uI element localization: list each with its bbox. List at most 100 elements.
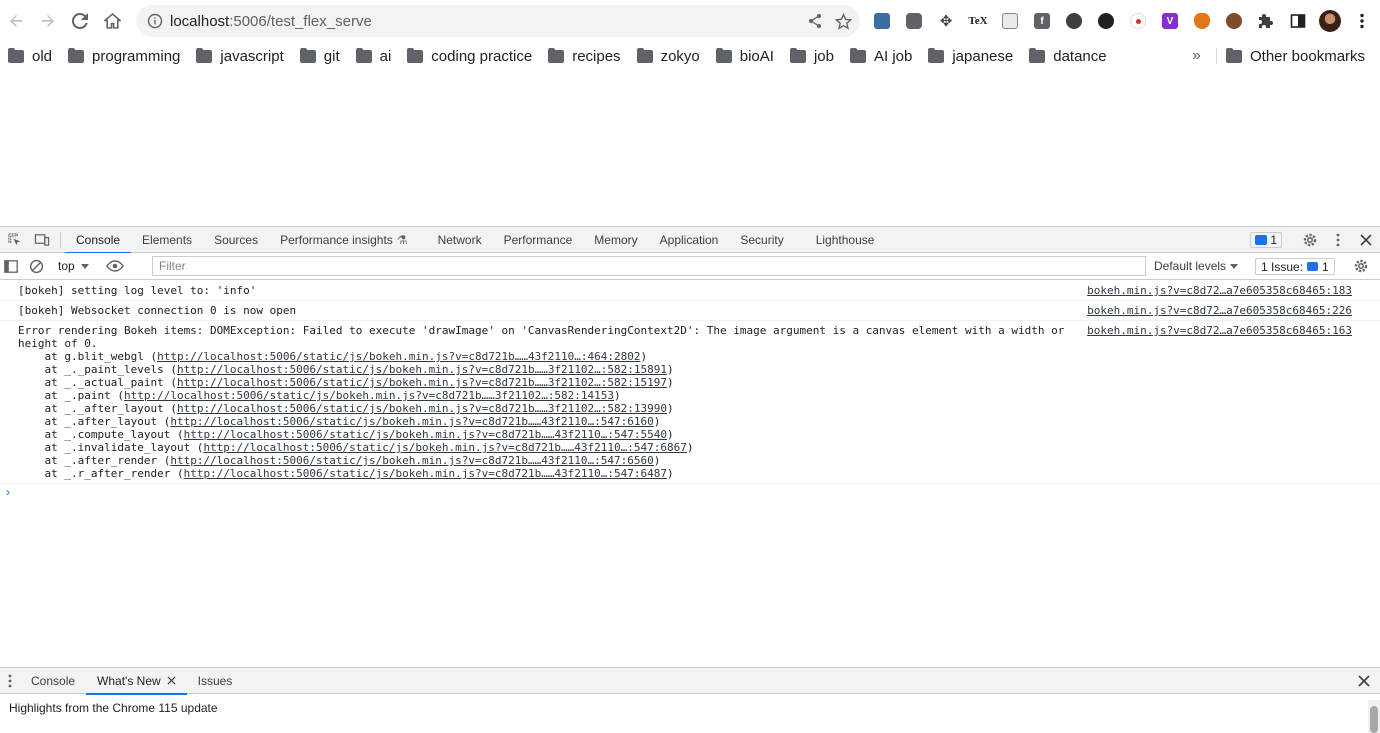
stack-frame: at _.after_layout (http://localhost:5006… <box>18 415 1060 428</box>
stack-frame-link[interactable]: http://localhost:5006/static/js/bokeh.mi… <box>184 467 667 480</box>
stack-frame-link[interactable]: http://localhost:5006/static/js/bokeh.mi… <box>170 454 653 467</box>
extension-button[interactable] <box>1058 5 1090 37</box>
context-selector[interactable]: top <box>50 256 97 276</box>
bookmark-folder[interactable]: japanese <box>928 42 1021 70</box>
bookmark-folder[interactable]: datance <box>1029 42 1114 70</box>
bookmark-folder[interactable]: AI job <box>849 42 920 70</box>
stack-frame-link[interactable]: http://localhost:5006/static/js/bokeh.mi… <box>203 441 686 454</box>
console-filter-input[interactable]: Filter <box>152 256 1146 276</box>
stack-frame-link[interactable]: http://localhost:5006/static/js/bokeh.mi… <box>170 415 653 428</box>
side-panel-button[interactable] <box>1282 5 1314 37</box>
stack-frame-link[interactable]: http://localhost:5006/static/js/bokeh.mi… <box>124 389 614 402</box>
settings-button[interactable] <box>1296 227 1324 253</box>
profile-button[interactable] <box>1314 5 1346 37</box>
devtools-tab-security[interactable]: Security <box>729 227 794 253</box>
stack-frame-function: at g.blit_webgl ( <box>18 350 158 363</box>
bookmark-star-icon[interactable] <box>835 12 852 30</box>
bookmark-folder[interactable]: ai <box>355 42 400 70</box>
message-count-badge[interactable]: 1 <box>1250 232 1282 248</box>
close-devtools-button[interactable] <box>1352 227 1380 253</box>
forward-button[interactable] <box>32 5 64 37</box>
other-bookmarks[interactable]: Other bookmarks <box>1226 42 1365 70</box>
chrome-menu-button[interactable] <box>1346 5 1378 37</box>
devtools-tab-console[interactable]: Console <box>65 227 132 254</box>
drawer-tab-console[interactable]: Console <box>20 668 86 694</box>
bookmark-folder[interactable]: old <box>8 42 60 70</box>
home-button[interactable] <box>96 5 128 37</box>
page-viewport <box>0 70 1380 226</box>
stack-frame-link[interactable]: http://localhost:5006/static/js/bokeh.mi… <box>184 428 667 441</box>
drawer-scrollbar[interactable] <box>1368 700 1380 733</box>
devtools-tab-performance[interactable]: Performance <box>493 227 584 253</box>
inspect-element-button[interactable] <box>0 227 28 253</box>
message-source-link[interactable]: bokeh.min.js?v=c8d72…a7e605358c68465:163 <box>1087 324 1352 337</box>
gear-icon <box>1303 233 1317 247</box>
issues-counter[interactable]: 1 Issue: 1 <box>1255 258 1335 275</box>
stack-frame-link[interactable]: http://localhost:5006/static/js/bokeh.mi… <box>177 402 667 415</box>
extension-button[interactable]: f <box>1026 5 1058 37</box>
console-messages: [bokeh] setting log level to: 'info' bok… <box>0 281 1380 484</box>
bookmark-folder[interactable]: programming <box>68 42 188 70</box>
share-icon[interactable] <box>807 13 823 29</box>
console-settings-button[interactable] <box>1347 253 1375 279</box>
bookmarks-overflow-button[interactable]: » <box>1192 42 1201 70</box>
extension-button[interactable]: ✥ <box>930 5 962 37</box>
extensions-menu-button[interactable] <box>1250 5 1282 37</box>
close-drawer-button[interactable] <box>1350 668 1378 694</box>
drawer-menu-button[interactable] <box>0 668 20 694</box>
bookmark-folder[interactable]: zokyo <box>636 42 708 70</box>
close-icon[interactable] <box>167 676 176 685</box>
customize-devtools-button[interactable] <box>1324 227 1352 253</box>
stack-frame-link[interactable]: http://localhost:5006/static/js/bokeh.mi… <box>177 363 667 376</box>
extension-button[interactable] <box>1122 5 1154 37</box>
bookmark-folder[interactable]: bioAI <box>715 42 782 70</box>
devtools-tab-label: Memory <box>594 232 638 247</box>
extension-button[interactable] <box>898 5 930 37</box>
clear-console-button[interactable] <box>22 253 50 279</box>
scrollbar-thumb[interactable] <box>1370 706 1378 733</box>
bookmark-folder[interactable]: git <box>299 42 348 70</box>
extension-button[interactable] <box>1218 5 1250 37</box>
bookmark-folder[interactable]: javascript <box>196 42 291 70</box>
bookmark-label: javascript <box>220 47 284 65</box>
console-prompt[interactable]: › <box>6 485 10 499</box>
bookmark-label: AI job <box>873 47 913 65</box>
devtools-tab-memory[interactable]: Memory <box>583 227 648 253</box>
devtools-tab-lighthouse[interactable]: Lighthouse <box>805 227 886 253</box>
devtools-tab-sources[interactable]: Sources <box>203 227 269 253</box>
message-source-link[interactable]: bokeh.min.js?v=c8d72…a7e605358c68465:183 <box>1087 284 1352 297</box>
devtools-tab-application[interactable]: Application <box>649 227 730 253</box>
bookmark-folder[interactable]: coding practice <box>407 42 540 70</box>
extension-button[interactable] <box>1186 5 1218 37</box>
bookmark-folder[interactable]: recipes <box>548 42 628 70</box>
log-levels-dropdown[interactable]: Default levels <box>1154 253 1239 279</box>
address-bar[interactable]: localhost:5006/test_flex_serve <box>136 5 860 37</box>
stack-frame-function: at _._paint_levels ( <box>18 363 177 376</box>
stack-frame-link[interactable]: http://localhost:5006/static/js/bokeh.mi… <box>157 350 640 363</box>
site-info-icon[interactable] <box>140 13 170 29</box>
devtools-tab-performance-insights[interactable]: Performance insights ⚗ <box>269 227 418 253</box>
stack-frame-close: ) <box>667 467 674 480</box>
stack-frame-link[interactable]: http://localhost:5006/static/js/bokeh.mi… <box>177 376 667 389</box>
devtools-tab-elements[interactable]: Elements <box>131 227 203 253</box>
extension-button[interactable]: TeX <box>962 5 994 37</box>
extension-button[interactable] <box>994 5 1026 37</box>
extension-button[interactable]: V <box>1154 5 1186 37</box>
bookmark-label: old <box>32 47 53 65</box>
reload-button[interactable] <box>64 5 96 37</box>
devtools-tab-network[interactable]: Network <box>427 227 493 253</box>
devtools-tab-label: Network <box>437 232 482 247</box>
back-button[interactable] <box>0 5 32 37</box>
inspect-icon <box>7 233 20 246</box>
drawer-tab-whats-new[interactable]: What's New <box>86 668 187 695</box>
extension-button[interactable] <box>1090 5 1122 37</box>
bookmark-folder[interactable]: job <box>789 42 842 70</box>
live-expression-button[interactable] <box>101 253 129 279</box>
extension-button[interactable] <box>866 5 898 37</box>
drawer-tab-issues[interactable]: Issues <box>187 668 244 694</box>
stack-frame-close: ) <box>653 454 661 467</box>
show-sidebar-button[interactable] <box>0 253 22 279</box>
bookmark-label: job <box>813 47 834 65</box>
device-toolbar-button[interactable] <box>28 227 56 253</box>
message-source-link[interactable]: bokeh.min.js?v=c8d72…a7e605358c68465:226 <box>1087 304 1352 317</box>
